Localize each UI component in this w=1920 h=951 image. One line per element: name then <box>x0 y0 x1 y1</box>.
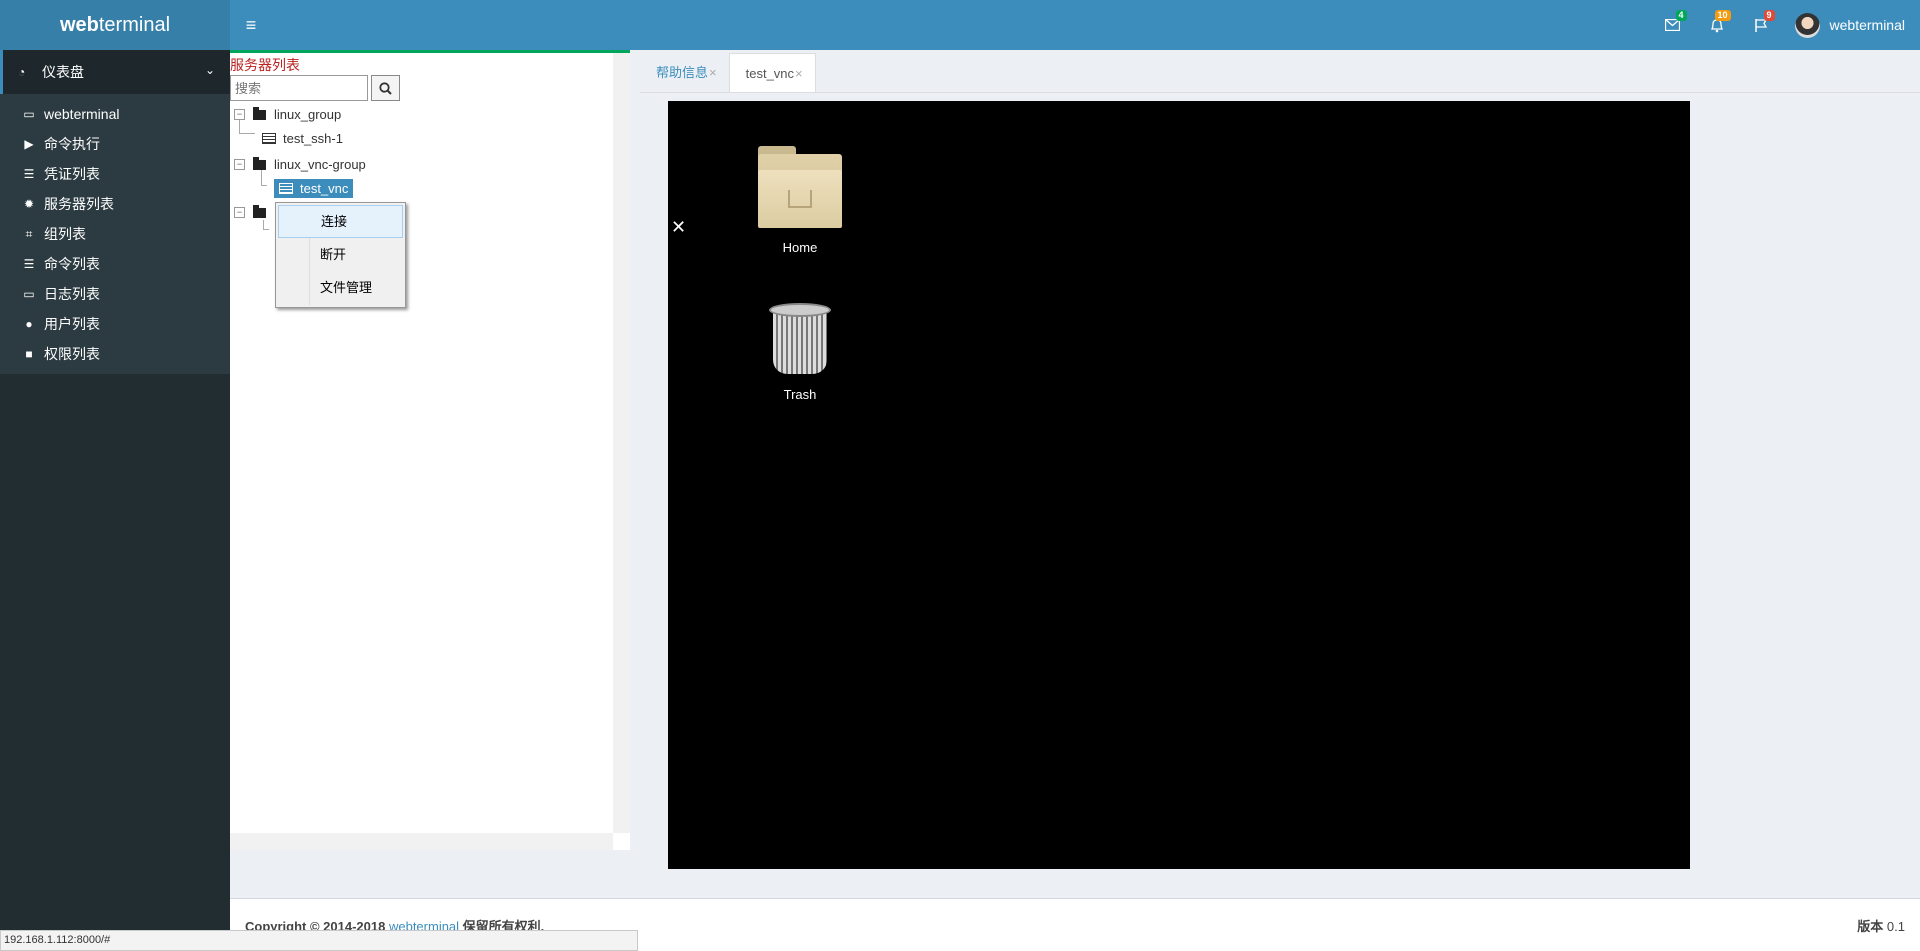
folder-icon <box>253 106 266 120</box>
list-ol-icon: ☰ <box>23 167 35 181</box>
desktop-icon-home[interactable]: Home <box>750 146 850 255</box>
version-label: 版本 <box>1857 919 1884 934</box>
sidebar-item-permissions[interactable]: ■ 权限列表 <box>0 339 230 369</box>
collapse-icon[interactable]: − <box>234 109 245 120</box>
tree-server-label: test_ssh-1 <box>283 131 343 146</box>
user-menu[interactable]: webterminal <box>1783 0 1920 50</box>
top-navbar: webterminal ≡ 4 10 9 webterminal <box>0 0 1920 50</box>
lock-icon: ■ <box>25 347 33 361</box>
sidebar-item-groups[interactable]: ⌗ 组列表 <box>0 219 230 249</box>
sidebar-item-label: 用户列表 <box>44 316 100 332</box>
menu-item-disconnect[interactable]: 断开 <box>278 238 403 271</box>
sidebar-item-label: 权限列表 <box>44 346 100 362</box>
sidebar: ◔ 仪表盘 ⌄ ▭ webterminal ▶ 命令执行 ☰ 凭证列表 ✹ 服务… <box>0 50 230 951</box>
tree-title: 服务器列表 <box>230 57 300 73</box>
sidebar-item-label: webterminal <box>44 106 120 122</box>
tree-group-node[interactable]: − <box>234 204 274 218</box>
tree-horizontal-scrollbar[interactable] <box>230 833 613 850</box>
sidebar-submenu: ▭ webterminal ▶ 命令执行 ☰ 凭证列表 ✹ 服务器列表 ⌗ 组列… <box>0 94 230 374</box>
sidebar-item-commands[interactable]: ☰ 命令列表 <box>0 249 230 279</box>
hamburger-icon: ≡ <box>245 15 257 35</box>
folder-icon <box>253 204 266 218</box>
laptop-icon: ▭ <box>23 107 35 121</box>
version-info: 版本 0.1 <box>1857 916 1905 935</box>
notifications-button[interactable]: 10 <box>1695 0 1739 50</box>
close-icon[interactable]: × <box>795 66 803 81</box>
sidebar-toggle-button[interactable]: ≡ <box>230 0 272 50</box>
browser-status-bar: 192.168.1.112:8000/# <box>0 930 638 951</box>
menu-item-file-manager[interactable]: 文件管理 <box>278 271 403 304</box>
tree-connector <box>261 170 267 186</box>
dashboard-icon: ◔ <box>18 65 26 79</box>
tab-label: test_vnc <box>745 66 795 81</box>
sidebar-item-webterminal[interactable]: ▭ webterminal <box>0 99 230 129</box>
search-icon <box>379 81 392 95</box>
tree-server-node-selected[interactable]: test_vnc <box>274 179 354 198</box>
list-icon: ☰ <box>23 257 35 271</box>
version-value: 0.1 <box>1886 919 1905 934</box>
tree-vertical-scrollbar[interactable] <box>613 53 630 833</box>
tree-server-label: test_vnc <box>300 181 349 196</box>
sidebar-header-label: 仪表盘 <box>42 64 84 80</box>
tab-help[interactable]: 帮助信息× <box>640 53 729 93</box>
user-name: webterminal <box>1829 17 1905 33</box>
home-folder-icon <box>758 146 842 228</box>
sidebar-item-users[interactable]: ● 用户列表 <box>0 309 230 339</box>
sidebar-item-label: 凭证列表 <box>44 166 100 182</box>
context-menu: 连接 断开 文件管理 <box>275 202 406 308</box>
user-icon: ● <box>25 317 33 331</box>
app-logo[interactable]: webterminal <box>0 0 230 50</box>
menu-item-connect[interactable]: 连接 <box>278 205 403 238</box>
sidebar-item-label: 日志列表 <box>44 286 100 302</box>
tree-search-input[interactable] <box>230 75 368 101</box>
sidebar-item-servers[interactable]: ✹ 服务器列表 <box>0 189 230 219</box>
play-icon: ▶ <box>24 137 34 151</box>
sidebar-item-dashboard[interactable]: ◔ 仪表盘 ⌄ <box>0 50 230 94</box>
collapse-icon[interactable]: − <box>234 207 245 218</box>
desktop-icon-label: Trash <box>783 387 817 402</box>
sidebar-item-label: 组列表 <box>44 226 86 242</box>
server-icon <box>262 133 276 144</box>
sidebar-item-label: 命令执行 <box>44 136 100 152</box>
avatar <box>1794 12 1820 38</box>
notifications-badge: 10 <box>1714 10 1731 21</box>
close-icon[interactable]: × <box>709 65 717 80</box>
tree-connector <box>263 220 269 230</box>
sidebar-item-credentials[interactable]: ☰ 凭证列表 <box>0 159 230 189</box>
gear-icon: ✹ <box>23 197 35 211</box>
tab-label: 帮助信息 <box>656 65 709 80</box>
folder-icon <box>253 156 266 170</box>
tab-bar: 帮助信息× test_vnc× <box>640 53 816 93</box>
desktop-icon-trash[interactable]: Trash <box>750 303 850 402</box>
x-cursor-icon: ✕ <box>671 217 687 237</box>
server-tree-panel: 服务器列表 − linux_group test_ssh-1 − linux_v… <box>230 50 630 850</box>
sidebar-item-logs[interactable]: ▭ 日志列表 <box>0 279 230 309</box>
vnc-canvas[interactable]: Home Trash <box>668 101 1690 869</box>
desktop-icon-label: Home <box>782 240 818 255</box>
tab-divider <box>640 92 1920 93</box>
monitor-icon: ▭ <box>23 287 35 301</box>
tree-server-node[interactable]: test_ssh-1 <box>262 131 343 146</box>
tree-search-button[interactable] <box>371 75 400 101</box>
messages-button[interactable]: 4 <box>1651 0 1695 50</box>
tasks-badge: 9 <box>1763 10 1775 21</box>
messages-badge: 4 <box>1675 10 1687 21</box>
tree-group-label: linux_vnc-group <box>274 157 366 172</box>
crop-icon: ⌗ <box>25 226 33 241</box>
chevron-down-icon: ⌄ <box>204 63 215 77</box>
sidebar-item-command-exec[interactable]: ▶ 命令执行 <box>0 129 230 159</box>
logo-light-text: terminal <box>98 14 171 36</box>
sidebar-item-label: 服务器列表 <box>44 196 114 212</box>
tab-test-vnc[interactable]: test_vnc× <box>728 53 816 93</box>
collapse-icon[interactable]: − <box>234 159 245 170</box>
tree-group-node[interactable]: − linux_vnc-group <box>234 156 366 172</box>
tasks-button[interactable]: 9 <box>1739 0 1783 50</box>
logo-bold-text: web <box>59 14 99 36</box>
tree-connector <box>239 120 255 134</box>
sidebar-item-label: 命令列表 <box>44 256 100 272</box>
server-icon <box>279 183 293 194</box>
tree-group-label: linux_group <box>274 107 342 122</box>
navbar-right: 4 10 9 webterminal <box>1651 0 1920 50</box>
trash-icon <box>769 303 831 377</box>
